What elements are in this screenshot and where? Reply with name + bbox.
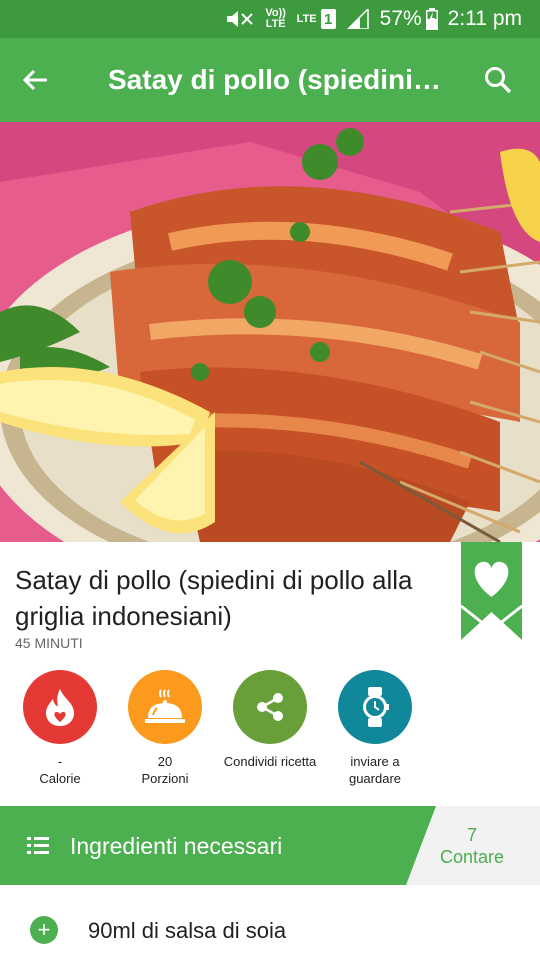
sim-number: 1 xyxy=(323,10,333,28)
serving-dish-icon xyxy=(145,689,185,723)
send-to-watch-action[interactable]: inviare a guardare xyxy=(325,670,425,787)
servings-action[interactable]: 20 Porzioni xyxy=(115,670,215,787)
calorie-flame-icon xyxy=(46,689,74,726)
watch-label: inviare a guardare xyxy=(348,754,402,786)
ingredient-row[interactable]: + 90ml di salsa di soia xyxy=(0,900,540,960)
ingredients-count-value: 7 xyxy=(466,825,477,845)
watch-icon xyxy=(363,687,389,727)
share-icon xyxy=(257,693,283,721)
servings-label: Porzioni xyxy=(141,771,189,786)
app-bar-title: Satay di pollo (spiedini… xyxy=(108,64,441,95)
sim-badge: 1 xyxy=(320,9,336,29)
share-circle xyxy=(233,670,307,744)
ingredients-header[interactable]: Ingredienti necessari 7 Contare xyxy=(0,806,540,885)
back-arrow-icon xyxy=(23,69,47,91)
calories-action[interactable]: - Calorie xyxy=(10,670,110,787)
servings-value: 20 xyxy=(157,754,173,769)
favorite-bookmark[interactable] xyxy=(460,542,523,640)
battery-icon xyxy=(425,8,438,30)
add-ingredient-icon[interactable]: + xyxy=(30,916,58,944)
lte-indicator: LTE xyxy=(296,12,317,25)
back-button[interactable] xyxy=(0,38,72,122)
calories-value: - xyxy=(57,754,63,769)
recipe-actions: - Calorie 20 Porzioni Condividi ricetta … xyxy=(0,670,540,790)
ingredients-count-label: Contare xyxy=(439,847,505,867)
signal-icon xyxy=(346,9,370,29)
recipe-hero-image xyxy=(0,122,540,542)
calories-label: Calorie xyxy=(39,771,81,786)
recipe-title: Satay di pollo (spiedini di pollo alla g… xyxy=(15,565,413,631)
recipe-time: 45 MINUTI xyxy=(15,635,83,651)
servings-circle xyxy=(128,670,202,744)
ingredients-count: 7 Contare xyxy=(420,824,524,868)
mute-icon xyxy=(225,9,255,29)
calories-circle xyxy=(23,670,97,744)
watch-circle xyxy=(338,670,412,744)
clock: 2:11 pm xyxy=(447,7,522,30)
search-icon xyxy=(485,67,512,94)
battery-percent: 57% xyxy=(379,7,422,30)
status-bar: Vo)) LTE LTE 1 57% 2:11 pm xyxy=(0,0,540,38)
volte-indicator: Vo)) LTE xyxy=(265,7,286,30)
ingredients-title: Ingredienti necessari xyxy=(70,833,283,859)
list-icon xyxy=(27,837,49,854)
recipe-info: Satay di pollo (spiedini di pollo alla g… xyxy=(0,542,540,806)
share-recipe-action[interactable]: Condividi ricetta xyxy=(220,670,320,770)
ingredient-text: 90ml di salsa di soia xyxy=(88,918,287,943)
share-label: Condividi ricetta xyxy=(223,754,317,769)
app-bar: Satay di pollo (spiedini… xyxy=(0,38,540,122)
search-button[interactable] xyxy=(456,38,540,122)
